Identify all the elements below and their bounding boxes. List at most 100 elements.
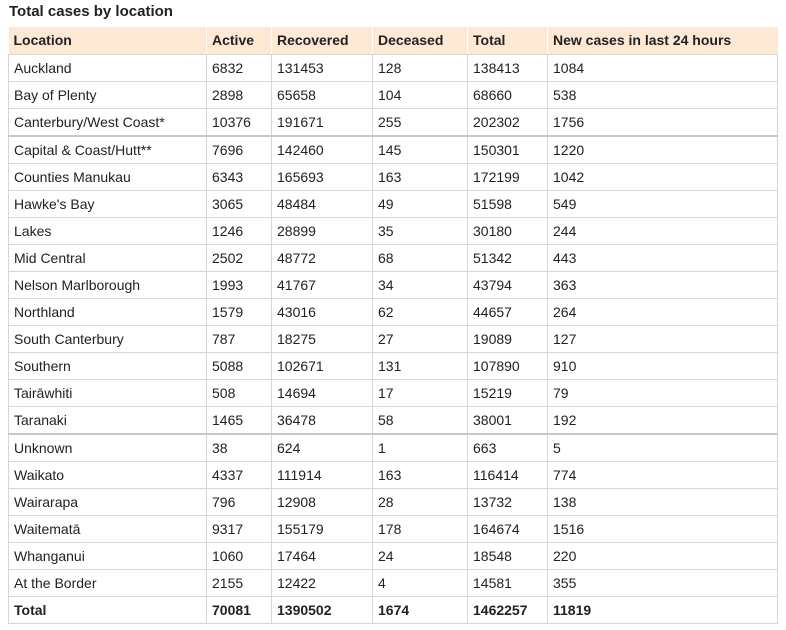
total-total: 1462257 xyxy=(467,596,548,624)
recovered-cell: 111914 xyxy=(271,461,373,489)
active-cell: 4337 xyxy=(206,461,272,489)
new-cases-cell: 549 xyxy=(547,190,778,218)
total-cell: 18548 xyxy=(467,542,548,570)
new-cases-cell: 910 xyxy=(547,352,778,380)
deceased-cell: 62 xyxy=(372,298,468,326)
active-cell: 38 xyxy=(206,434,272,462)
total-cell: 116414 xyxy=(467,461,548,489)
total-cell: 30180 xyxy=(467,217,548,245)
total-deceased: 1674 xyxy=(372,596,468,624)
active-cell: 6343 xyxy=(206,163,272,191)
location-cell: Counties Manukau xyxy=(8,163,207,191)
recovered-cell: 65658 xyxy=(271,81,373,109)
active-cell: 1579 xyxy=(206,298,272,326)
new-cases-cell: 443 xyxy=(547,244,778,272)
recovered-cell: 155179 xyxy=(271,515,373,543)
location-cell: Capital & Coast/Hutt** xyxy=(8,136,207,164)
active-cell: 5088 xyxy=(206,352,272,380)
new-cases-cell: 127 xyxy=(547,325,778,353)
table-row: Nelson Marlborough 1993 41767 34 43794 363 xyxy=(8,271,778,299)
new-cases-cell: 220 xyxy=(547,542,778,570)
location-cell: Waikato xyxy=(8,461,207,489)
location-cell: Canterbury/West Coast* xyxy=(8,108,207,137)
deceased-cell: 1 xyxy=(372,434,468,462)
table-row: Waikato 4337 111914 163 116414 774 xyxy=(8,461,778,489)
total-active: 70081 xyxy=(206,596,272,624)
recovered-cell: 624 xyxy=(271,434,373,462)
deceased-cell: 34 xyxy=(372,271,468,299)
active-cell: 6832 xyxy=(206,54,272,82)
location-cell: Unknown xyxy=(8,434,207,462)
new-cases-cell: 138 xyxy=(547,488,778,516)
total-cell: 19089 xyxy=(467,325,548,353)
total-cell: 51342 xyxy=(467,244,548,272)
recovered-cell: 28899 xyxy=(271,217,373,245)
total-cell: 172199 xyxy=(467,163,548,191)
active-cell: 7696 xyxy=(206,136,272,164)
total-cell: 14581 xyxy=(467,569,548,597)
location-cell: Waitematā xyxy=(8,515,207,543)
column-header-deceased: Deceased xyxy=(372,27,468,55)
total-cell: 138413 xyxy=(467,54,548,82)
table-row: Counties Manukau 6343 165693 163 172199 1042 xyxy=(8,163,778,191)
active-cell: 1993 xyxy=(206,271,272,299)
active-cell: 1060 xyxy=(206,542,272,570)
new-cases-cell: 1516 xyxy=(547,515,778,543)
total-cell: 202302 xyxy=(467,108,548,137)
table-row: Canterbury/West Coast* 10376 191671 255 2023… xyxy=(8,108,778,137)
total-cell: 44657 xyxy=(467,298,548,326)
deceased-cell: 68 xyxy=(372,244,468,272)
total-new-cases: 11819 xyxy=(547,596,778,624)
total-cell: 150301 xyxy=(467,136,548,164)
page: Total cases by location Location Active … xyxy=(0,0,786,630)
location-cell: Nelson Marlborough xyxy=(8,271,207,299)
table-row: At the Border 2155 12422 4 14581 355 xyxy=(8,569,778,597)
deceased-cell: 35 xyxy=(372,217,468,245)
location-cell: Mid Central xyxy=(8,244,207,272)
location-cell: South Canterbury xyxy=(8,325,207,353)
recovered-cell: 165693 xyxy=(271,163,373,191)
new-cases-cell: 1756 xyxy=(547,108,778,137)
location-cell: Whanganui xyxy=(8,542,207,570)
new-cases-cell: 538 xyxy=(547,81,778,109)
table-row: Hawke's Bay 3065 48484 49 51598 549 xyxy=(8,190,778,218)
recovered-cell: 41767 xyxy=(271,271,373,299)
recovered-cell: 36478 xyxy=(271,406,373,435)
total-cell: 51598 xyxy=(467,190,548,218)
location-cell: At the Border xyxy=(8,569,207,597)
location-cell: Southern xyxy=(8,352,207,380)
column-header-recovered: Recovered xyxy=(271,27,373,55)
new-cases-cell: 192 xyxy=(547,406,778,435)
new-cases-cell: 363 xyxy=(547,271,778,299)
recovered-cell: 142460 xyxy=(271,136,373,164)
location-cell: Hawke's Bay xyxy=(8,190,207,218)
new-cases-cell: 774 xyxy=(547,461,778,489)
table-row: South Canterbury 787 18275 27 19089 127 xyxy=(8,325,778,353)
active-cell: 508 xyxy=(206,379,272,407)
recovered-cell: 14694 xyxy=(271,379,373,407)
table-row: Wairarapa 796 12908 28 13732 138 xyxy=(8,488,778,516)
table-row: Tairāwhiti 508 14694 17 15219 79 xyxy=(8,379,778,407)
location-cell: Auckland xyxy=(8,54,207,82)
deceased-cell: 255 xyxy=(372,108,468,137)
active-cell: 796 xyxy=(206,488,272,516)
deceased-cell: 131 xyxy=(372,352,468,380)
table-row: Whanganui 1060 17464 24 18548 220 xyxy=(8,542,778,570)
column-header-new-cases: New cases in last 24 hours xyxy=(547,27,778,55)
new-cases-cell: 355 xyxy=(547,569,778,597)
location-cell: Bay of Plenty xyxy=(8,81,207,109)
table-row: Capital & Coast/Hutt** 7696 142460 145 15030… xyxy=(8,136,778,164)
active-cell: 3065 xyxy=(206,190,272,218)
deceased-cell: 24 xyxy=(372,542,468,570)
column-header-location: Location xyxy=(8,27,207,55)
active-cell: 1246 xyxy=(206,217,272,245)
total-cell: 663 xyxy=(467,434,548,462)
deceased-cell: 104 xyxy=(372,81,468,109)
total-cell: 43794 xyxy=(467,271,548,299)
table-row: Bay of Plenty 2898 65658 104 68660 538 xyxy=(8,81,778,109)
active-cell: 787 xyxy=(206,325,272,353)
deceased-cell: 178 xyxy=(372,515,468,543)
deceased-cell: 17 xyxy=(372,379,468,407)
active-cell: 2502 xyxy=(206,244,272,272)
location-cell: Tairāwhiti xyxy=(8,379,207,407)
